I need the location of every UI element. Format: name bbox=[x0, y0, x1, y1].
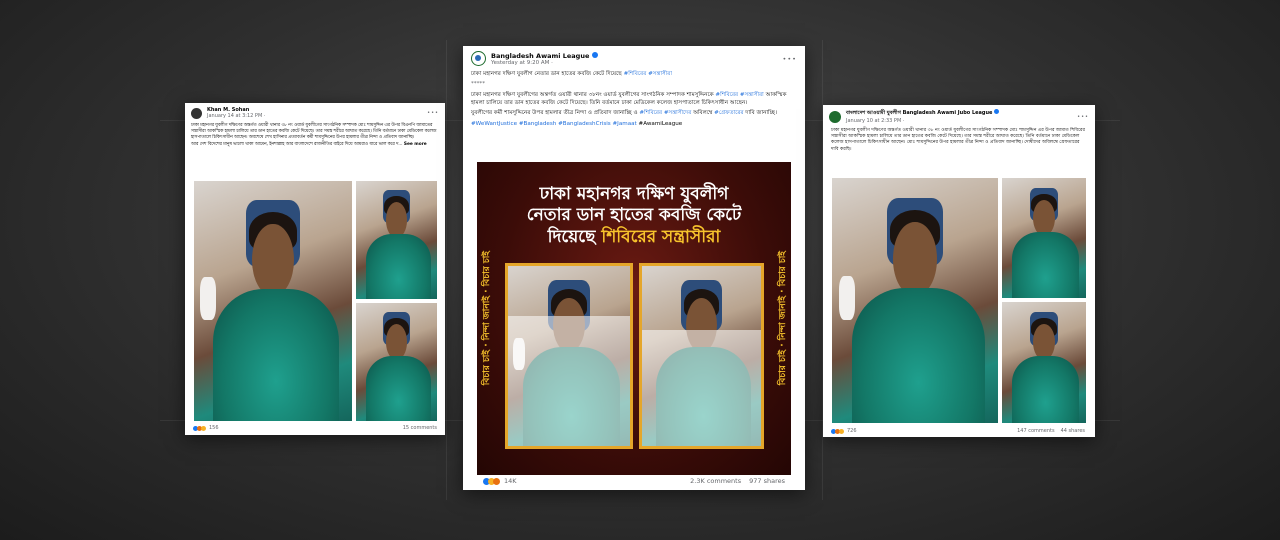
blanket-shape bbox=[851, 288, 985, 423]
patient-photo[interactable] bbox=[356, 181, 437, 299]
bandage-shape bbox=[838, 276, 856, 321]
hashtag-plain[interactable]: #AwamiLeague bbox=[639, 121, 683, 127]
hashtag-link[interactable]: #গ্রেফতারের bbox=[714, 110, 743, 116]
post-stats: 156 15 comments bbox=[193, 425, 437, 431]
post-author-name-bn: বাংলাদেশ আওয়ামী যুবলীগ bbox=[846, 110, 901, 116]
logo-boat-mark bbox=[475, 55, 481, 61]
post-paragraph: ঢাকা মহানগর দক্ষিণ যুবলীগের অন্তর্গত ওয়… bbox=[471, 92, 797, 107]
right-text-strip: বিচার চাই · নিন্দা জানাই · বিচার চাই bbox=[775, 162, 789, 475]
patient-photo[interactable] bbox=[1002, 178, 1086, 298]
head-shape bbox=[1033, 199, 1055, 236]
more-options-icon[interactable]: ••• bbox=[427, 110, 439, 116]
post-author[interactable]: বাংলাদেশ আওয়ামী যুবলীগ Bangladesh Awami… bbox=[846, 109, 1000, 118]
head-shape bbox=[252, 224, 294, 297]
left-text-strip: বিচার চাই · নিন্দা জানাই · বিচার চাই bbox=[479, 162, 493, 475]
head-shape bbox=[893, 222, 937, 296]
graphic-photo-frame bbox=[639, 263, 764, 449]
graphic-line-text: দিয়েছে bbox=[547, 226, 602, 247]
jubo-league-logo-icon[interactable] bbox=[829, 110, 841, 123]
right-facebook-post: বাংলাদেশ আওয়ামী যুবলীগ Bangladesh Awami… bbox=[823, 105, 1095, 437]
graphic-headline: ঢাকা মহানগর দক্ষিণ যুবলীগ নেতার ডান হাতে… bbox=[517, 184, 751, 248]
verified-badge-icon bbox=[591, 51, 598, 58]
blanket-shape bbox=[365, 234, 431, 299]
comment-count[interactable]: 15 comments bbox=[403, 425, 437, 431]
paragraph-text: দাবি জানাচ্ছি। bbox=[743, 110, 777, 117]
post-header: Bangladesh Awami League Yesterday at 9:2… bbox=[463, 46, 805, 71]
photo-highlight-overlay bbox=[508, 316, 630, 446]
graphic-line-highlight: শিবিরের সন্ত্রাসীরা bbox=[601, 226, 721, 247]
blanket-shape bbox=[1012, 232, 1080, 298]
head-shape bbox=[1033, 323, 1055, 361]
haha-reaction-icon bbox=[201, 425, 206, 431]
post-header: Khan M. Sohan January 14 at 3:12 PM · ••… bbox=[185, 103, 445, 123]
blanket-shape bbox=[1012, 356, 1080, 423]
more-options-icon[interactable]: ••• bbox=[782, 55, 797, 63]
post-text: ঢাকা মহানগর যুবলীগ দক্ষিণের অন্তর্গত ওয়… bbox=[823, 128, 1095, 153]
paragraph-text: অবিলম্বে bbox=[691, 110, 715, 117]
post-graphic[interactable]: বিচার চাই · নিন্দা জানাই · বিচার চাই বিচ… bbox=[477, 162, 791, 475]
angry-reaction-icon bbox=[493, 477, 500, 485]
haha-reaction-icon bbox=[839, 428, 844, 434]
graphic-line: ঢাকা মহানগর দক্ষিণ যুবলীগ bbox=[539, 184, 729, 204]
hashtag-link[interactable]: #শিবিরের #সন্ত্রাসীরা bbox=[715, 92, 763, 98]
hashtag-link[interactable]: #শিবিরের #সন্ত্রাসীদের bbox=[639, 110, 691, 116]
post-dots: ***** bbox=[471, 80, 485, 87]
strip-text: বিচার চাই · নিন্দা জানাই · বিচার চাই bbox=[481, 251, 492, 386]
center-facebook-post: Bangladesh Awami League Yesterday at 9:2… bbox=[463, 46, 805, 490]
post-paragraph: যুবলীগের কর্মী শামসুদ্দিনের উপর হামলার ত… bbox=[471, 110, 797, 118]
patient-photo[interactable] bbox=[356, 303, 437, 421]
post-paragraph: আর দেশ বিদেশের মানুষ ভালো থাকা আমেন, ইনশ… bbox=[191, 142, 439, 148]
left-facebook-post: Khan M. Sohan January 14 at 3:12 PM · ••… bbox=[185, 103, 445, 435]
post-author[interactable]: Bangladesh Awami League bbox=[491, 51, 598, 60]
post-author-name-en: Bangladesh Awami Jubo League bbox=[900, 110, 993, 116]
patient-photo[interactable] bbox=[194, 181, 352, 421]
share-count[interactable]: 44 shares bbox=[1061, 428, 1085, 434]
post-time[interactable]: Yesterday at 9:20 AM · bbox=[491, 60, 598, 66]
post-photo-grid bbox=[194, 181, 437, 521]
more-options-icon[interactable]: ••• bbox=[1077, 114, 1089, 120]
blanket-shape bbox=[365, 356, 431, 421]
post-paragraph: ঢাকা মহানগর যুবলীগ দক্ষিণের অন্তর্গত ওয়… bbox=[191, 123, 437, 140]
graphic-photo-frame bbox=[505, 263, 633, 449]
post-headline: ঢাকা মহানগর দক্ষিণ যুবলীগ নেতার ডান হাতে… bbox=[471, 71, 797, 79]
awami-league-logo-icon[interactable] bbox=[471, 51, 486, 66]
post-text: ঢাকা মহানগর দক্ষিণ যুবলীগ নেতার ডান হাতে… bbox=[463, 71, 805, 128]
see-more-link[interactable]: See more bbox=[404, 142, 427, 147]
graphic-line: নেতার ডান হাতের কবজি কেটে bbox=[526, 205, 742, 226]
patient-photo[interactable] bbox=[832, 178, 998, 423]
post-text: ঢাকা মহানগর যুবলীগ দক্ষিণের অন্তর্গত ওয়… bbox=[185, 123, 445, 148]
post-author-name: Bangladesh Awami League bbox=[491, 51, 590, 60]
photo-highlight-overlay bbox=[642, 330, 761, 446]
comment-count[interactable]: 147 comments bbox=[1017, 428, 1055, 434]
share-count[interactable]: 977 shares bbox=[749, 477, 785, 485]
reaction-count[interactable]: 14K bbox=[504, 477, 517, 485]
strip-text: বিচার চাই · নিন্দা জানাই · বিচার চাই bbox=[777, 251, 788, 386]
post-paragraph: ঢাকা মহানগর যুবলীগ দক্ষিণের অন্তর্গত ওয়… bbox=[831, 128, 1085, 152]
reaction-count[interactable]: 726 bbox=[847, 428, 857, 434]
head-shape bbox=[385, 324, 408, 360]
reaction-count[interactable]: 156 bbox=[209, 425, 219, 431]
bg-line bbox=[446, 40, 447, 500]
hashtag-link[interactable]: #শিবিরের #সন্ত্রাসীরা bbox=[624, 71, 672, 77]
post-stats: 14K 2.3K comments 977 shares bbox=[483, 477, 785, 485]
post-headline-text: ঢাকা মহানগর দক্ষিণ যুবলীগ নেতার ডান হাতে… bbox=[471, 71, 624, 77]
paragraph-text: ঢাকা মহানগর দক্ষিণ যুবলীগের অন্তর্গত ওয়… bbox=[471, 92, 716, 99]
post-header: বাংলাদেশ আওয়ামী যুবলীগ Bangladesh Awami… bbox=[823, 105, 1095, 128]
paragraph-text: যুবলীগের কর্মী শামসুদ্দিনের উপর হামলার ত… bbox=[471, 110, 640, 117]
bandage-shape bbox=[200, 277, 217, 321]
blanket-shape bbox=[212, 289, 340, 421]
post-photo-grid bbox=[832, 178, 1086, 423]
avatar[interactable] bbox=[191, 107, 202, 119]
post-hashtags: #WeWantJustice #Bangladesh #BangladeshCr… bbox=[471, 121, 797, 129]
post-stats: 726 147 comments 44 shares bbox=[831, 428, 1085, 434]
patient-photo[interactable] bbox=[1002, 302, 1086, 423]
post-time[interactable]: January 14 at 3:12 PM · bbox=[207, 113, 265, 119]
post-time[interactable]: January 10 at 2:33 PM · bbox=[846, 118, 999, 124]
post-paragraph-text: আর দেশ বিদেশের মানুষ ভালো থাকা আমেন, ইনশ… bbox=[191, 142, 403, 148]
comment-count[interactable]: 2.3K comments bbox=[690, 477, 741, 485]
verified-badge-icon bbox=[994, 109, 1000, 114]
graphic-line: দিয়েছে শিবিরের সন্ত্রাসীরা bbox=[517, 227, 751, 248]
hashtag-link[interactable]: #WeWantJustice #Bangladesh #BangladeshCr… bbox=[471, 121, 637, 127]
head-shape bbox=[385, 202, 408, 238]
